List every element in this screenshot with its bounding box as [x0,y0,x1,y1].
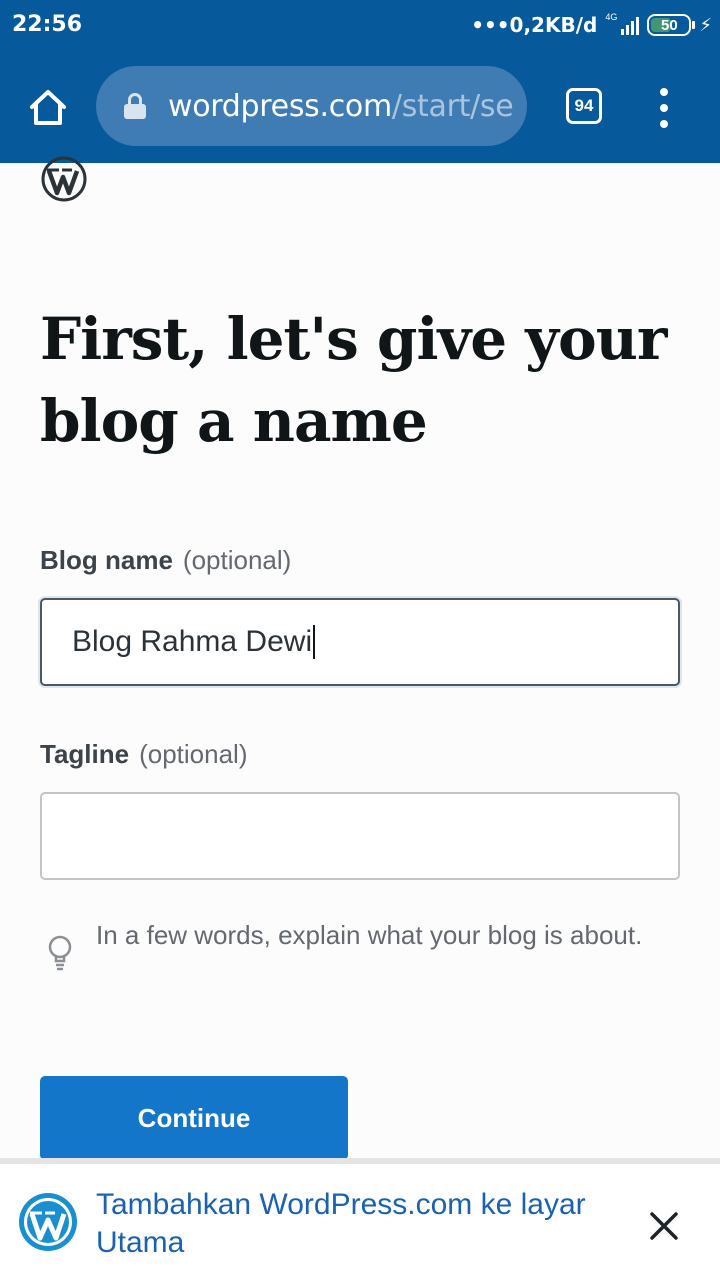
tagline-optional: (optional) [139,739,248,769]
status-indicators: •••0,2KB/d 4G 50 ⚡︎ [471,10,712,40]
tab-switcher-button[interactable]: 94 [566,88,602,124]
blog-name-input[interactable]: Blog Rahma Dewi [40,598,680,686]
continue-button[interactable]: Continue [40,1076,348,1160]
home-button[interactable] [28,88,68,128]
blog-name-label-text: Blog name [40,545,173,575]
close-icon[interactable] [648,1210,680,1242]
signal-icon [621,15,640,35]
wordpress-logo-icon [41,156,87,202]
home-icon [30,90,66,125]
install-banner-text[interactable]: Tambahkan WordPress.com ke layar Utama [96,1186,596,1262]
blog-name-value: Blog Rahma Dewi [72,625,313,658]
battery-level: 50 [661,16,678,34]
wordpress-logo-icon [19,1193,77,1251]
network-speed: •••0,2KB/d [471,13,598,37]
browser-toolbar: wordpress.com/start/se 94 [0,52,720,163]
page-title: First, let's give your blog a name [40,305,667,455]
battery-icon: 50 [647,14,696,36]
network-type: 4G [605,12,618,22]
tagline-label-text: Tagline [40,739,130,769]
address-bar[interactable]: wordpress.com/start/se [96,66,527,146]
lock-icon [124,93,146,119]
text-caret [313,625,316,659]
install-banner[interactable]: Tambahkan WordPress.com ke layar Utama [0,1158,720,1280]
tagline-hint: In a few words, explain what your blog i… [96,920,643,950]
more-vert-icon[interactable] [656,88,672,128]
url-domain: wordpress.com [168,88,392,124]
status-bar: 22:56 •••0,2KB/d 4G 50 ⚡︎ [0,0,720,52]
url-path: /start/se [391,88,514,124]
blog-name-optional: (optional) [182,545,292,575]
lightbulb-icon [48,935,72,971]
tagline-label: Tagline (optional) [40,739,248,770]
status-time: 22:56 [12,12,83,37]
tagline-input[interactable] [40,792,680,880]
blog-name-label: Blog name (optional) [40,545,291,576]
url-text[interactable]: wordpress.com/start/se [168,88,514,124]
charging-icon: ⚡︎ [699,14,712,35]
